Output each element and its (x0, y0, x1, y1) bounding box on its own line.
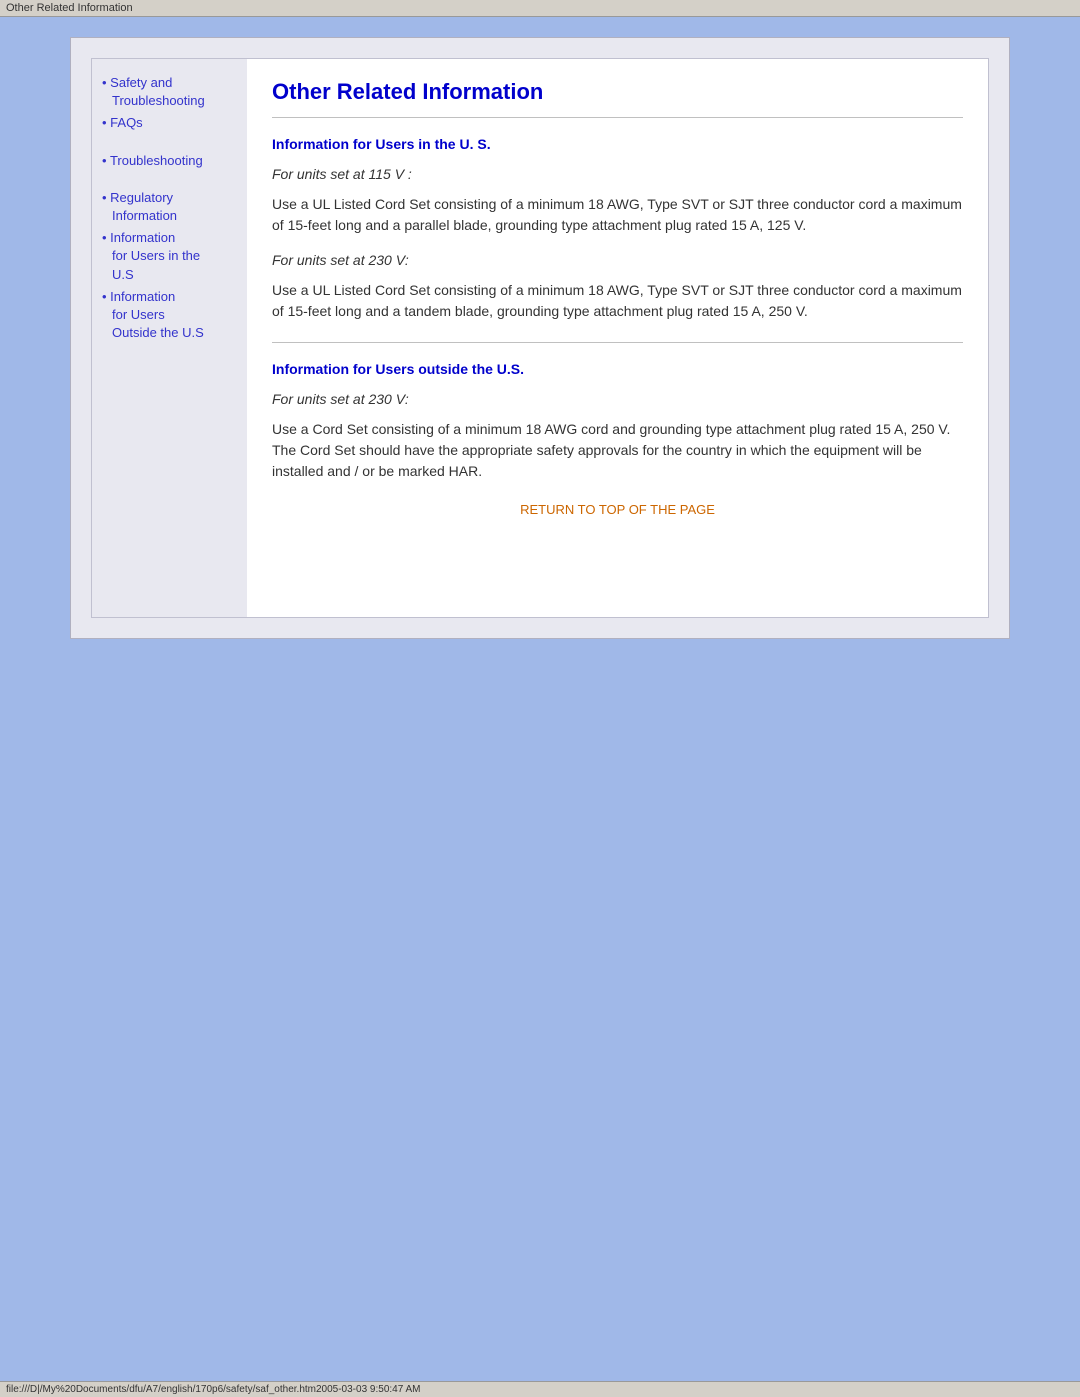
status-bar-text: file:///D|/My%20Documents/dfu/A7/english… (6, 1384, 421, 1395)
sidebar-item-info-outside[interactable]: • Information for Users Outside the U.S (102, 288, 237, 343)
sidebar-item-regulatory[interactable]: • Regulatory Information (102, 189, 237, 225)
inner-container: • Safety and Troubleshooting • FAQs • Tr… (91, 58, 989, 618)
sidebar-link-info-outside[interactable]: • Information for Users Outside the U.S (102, 288, 237, 343)
return-to-top-link[interactable]: RETURN TO TOP OF THE PAGE (272, 502, 963, 517)
section-outside-230-italic: For units set at 230 V: (272, 391, 963, 407)
section-us-title: Information for Users in the U. S. (272, 136, 963, 152)
sidebar-link-troubleshooting[interactable]: • Troubleshooting (102, 152, 237, 170)
top-divider (272, 117, 963, 118)
browser-title-bar: Other Related Information (0, 0, 1080, 17)
sidebar-item-info-us[interactable]: • Information for Users in the U.S (102, 229, 237, 284)
section-us-115-body: Use a UL Listed Cord Set consisting of a… (272, 194, 963, 236)
page-tab-title: Other Related Information (6, 2, 133, 14)
sidebar-item-safety[interactable]: • Safety and Troubleshooting (102, 74, 237, 110)
section-outside-title: Information for Users outside the U.S. (272, 361, 963, 377)
sidebar-link-info-us[interactable]: • Information for Users in the U.S (102, 229, 237, 284)
status-bar: file:///D|/My%20Documents/dfu/A7/english… (0, 1381, 1080, 1397)
sidebar: • Safety and Troubleshooting • FAQs • Tr… (92, 59, 247, 617)
main-content: Other Related Information Information fo… (247, 59, 988, 617)
outer-container: • Safety and Troubleshooting • FAQs • Tr… (70, 37, 1010, 639)
mid-divider (272, 342, 963, 343)
sidebar-link-regulatory[interactable]: • Regulatory Information (102, 189, 237, 225)
sidebar-item-faqs[interactable]: • FAQs (102, 114, 237, 132)
sidebar-link-safety[interactable]: • Safety and Troubleshooting (102, 74, 237, 110)
section-us-230-italic: For units set at 230 V: (272, 252, 963, 268)
section-us-115-italic: For units set at 115 V : (272, 166, 963, 182)
sidebar-item-troubleshooting[interactable]: • Troubleshooting (102, 152, 237, 170)
section-us-230-body: Use a UL Listed Cord Set consisting of a… (272, 280, 963, 322)
page-title: Other Related Information (272, 79, 963, 105)
section-outside-230-body: Use a Cord Set consisting of a minimum 1… (272, 419, 963, 482)
sidebar-link-faqs[interactable]: • FAQs (102, 114, 237, 132)
section-outside: Information for Users outside the U.S. F… (272, 361, 963, 482)
section-us: Information for Users in the U. S. For u… (272, 136, 963, 322)
